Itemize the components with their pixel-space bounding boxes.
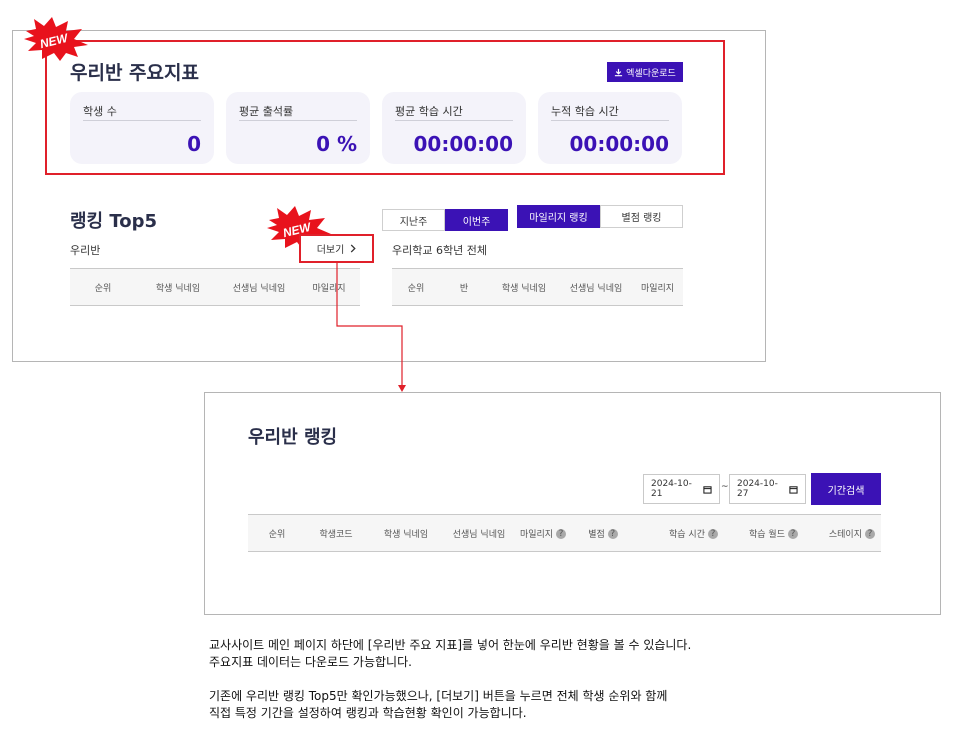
column-header: 학생 닉네임 [383,529,429,540]
stat-label: 학생 수 [83,105,117,118]
column-header: 선생님 닉네임 [452,529,506,540]
description-line: 직접 특정 기간을 설정하여 랭킹과 학습현황 확인이 가능합니다. [209,706,527,720]
help-icon[interactable]: ? [788,529,798,539]
description-line: 교사사이트 메인 페이지 하단에 [우리반 주요 지표]를 넣어 한눈에 우리반… [209,638,692,652]
column-header: 별점 [588,529,605,540]
stat-card-students: 학생 수 0 [70,92,214,164]
tab-star-ranking[interactable]: 별점 랭킹 [600,205,683,228]
column-header: 마일리지 [519,529,554,540]
column-header: 마일리지 [640,283,675,294]
more-label: 더보기 [316,245,345,256]
column-header: 학생 닉네임 [501,283,547,294]
tab-last-week[interactable]: 지난주 [382,209,445,231]
date-from-input[interactable]: 2024-10-21 [643,474,720,504]
key-metrics-title: 우리반 주요지표 [70,62,199,84]
column-header: 학생코드 [319,529,353,540]
help-icon[interactable]: ? [865,529,875,539]
period-search-button[interactable]: 기간검색 [811,473,881,505]
column-header: 선생님 닉네임 [232,283,286,294]
help-icon[interactable]: ? [607,529,618,539]
column-header: 선생님 닉네임 [569,283,623,294]
new-badge: NEW [24,17,88,61]
class-subtitle: 우리반 [70,244,101,257]
column-header: 순위 [94,283,112,294]
column-header: 순위 [407,283,425,294]
description-text: 교사사이트 메인 페이지 하단에 [우리반 주요 지표]를 넣어 한눈에 우리반… [209,637,929,722]
excel-download-button[interactable]: 엑셀다운로드 [607,62,683,82]
stat-value: 00:00:00 [413,132,514,156]
class-top5-table-header: 순위 학생 닉네임 선생님 닉네임 마일리지 [70,268,360,306]
stat-card-total-study-time: 누적 학습 시간 00:00:00 [538,92,682,164]
calendar-icon[interactable] [703,485,712,494]
date-to-input[interactable]: 2024-10-27 [729,474,806,504]
help-icon[interactable]: ? [556,529,567,539]
school-top5-table-header: 순위 반 학생 닉네임 선생님 닉네임 마일리지 [392,268,683,306]
excel-download-label: 엑셀다운로드 [626,68,676,79]
chevron-right-icon [351,244,356,253]
stat-label: 평균 학습 시간 [395,105,463,118]
class-ranking-title: 우리반 랭킹 [248,427,338,448]
description-line: 주요지표 데이터는 다운로드 가능합니다. [209,655,412,669]
column-header: 학습 월드 [749,529,785,540]
column-header: 반 [459,283,469,294]
stat-value: 00:00:00 [569,132,670,156]
school-subtitle: 우리학교 6학년 전체 [392,244,487,257]
help-icon[interactable]: ? [708,529,718,539]
stat-card-attendance: 평균 출석률 0 % [226,92,370,164]
column-header: 마일리지 [312,283,346,294]
stat-value: 0 % [316,132,357,156]
column-header: 스테이지 [828,529,862,540]
class-ranking-table-header: 순위 학생코드 학생 닉네임 선생님 닉네임 마일리지? 별점? 학습 시간? … [248,514,881,552]
ranking-title: 랭킹 Top5 [70,211,158,232]
stat-label: 누적 학습 시간 [551,105,619,118]
tab-this-week[interactable]: 이번주 [445,209,508,231]
column-header: 학생 닉네임 [155,283,201,294]
date-from-value: 2024-10-21 [651,479,692,499]
calendar-icon[interactable] [789,485,798,494]
stat-label: 평균 출석률 [239,105,294,118]
download-icon [615,68,623,76]
more-button[interactable]: 더보기 [299,234,374,263]
stat-value: 0 [187,132,201,156]
date-separator: ~ [721,482,729,492]
date-to-value: 2024-10-27 [737,479,778,499]
column-header: 순위 [268,529,286,540]
tab-mileage-ranking[interactable]: 마일리지 랭킹 [517,205,600,228]
column-header: 학습 시간 [669,529,705,540]
description-line: 기존에 우리반 랭킹 Top5만 확인가능했으나, [더보기] 버튼을 누르면 … [209,689,668,703]
stat-card-avg-study-time: 평균 학습 시간 00:00:00 [382,92,526,164]
